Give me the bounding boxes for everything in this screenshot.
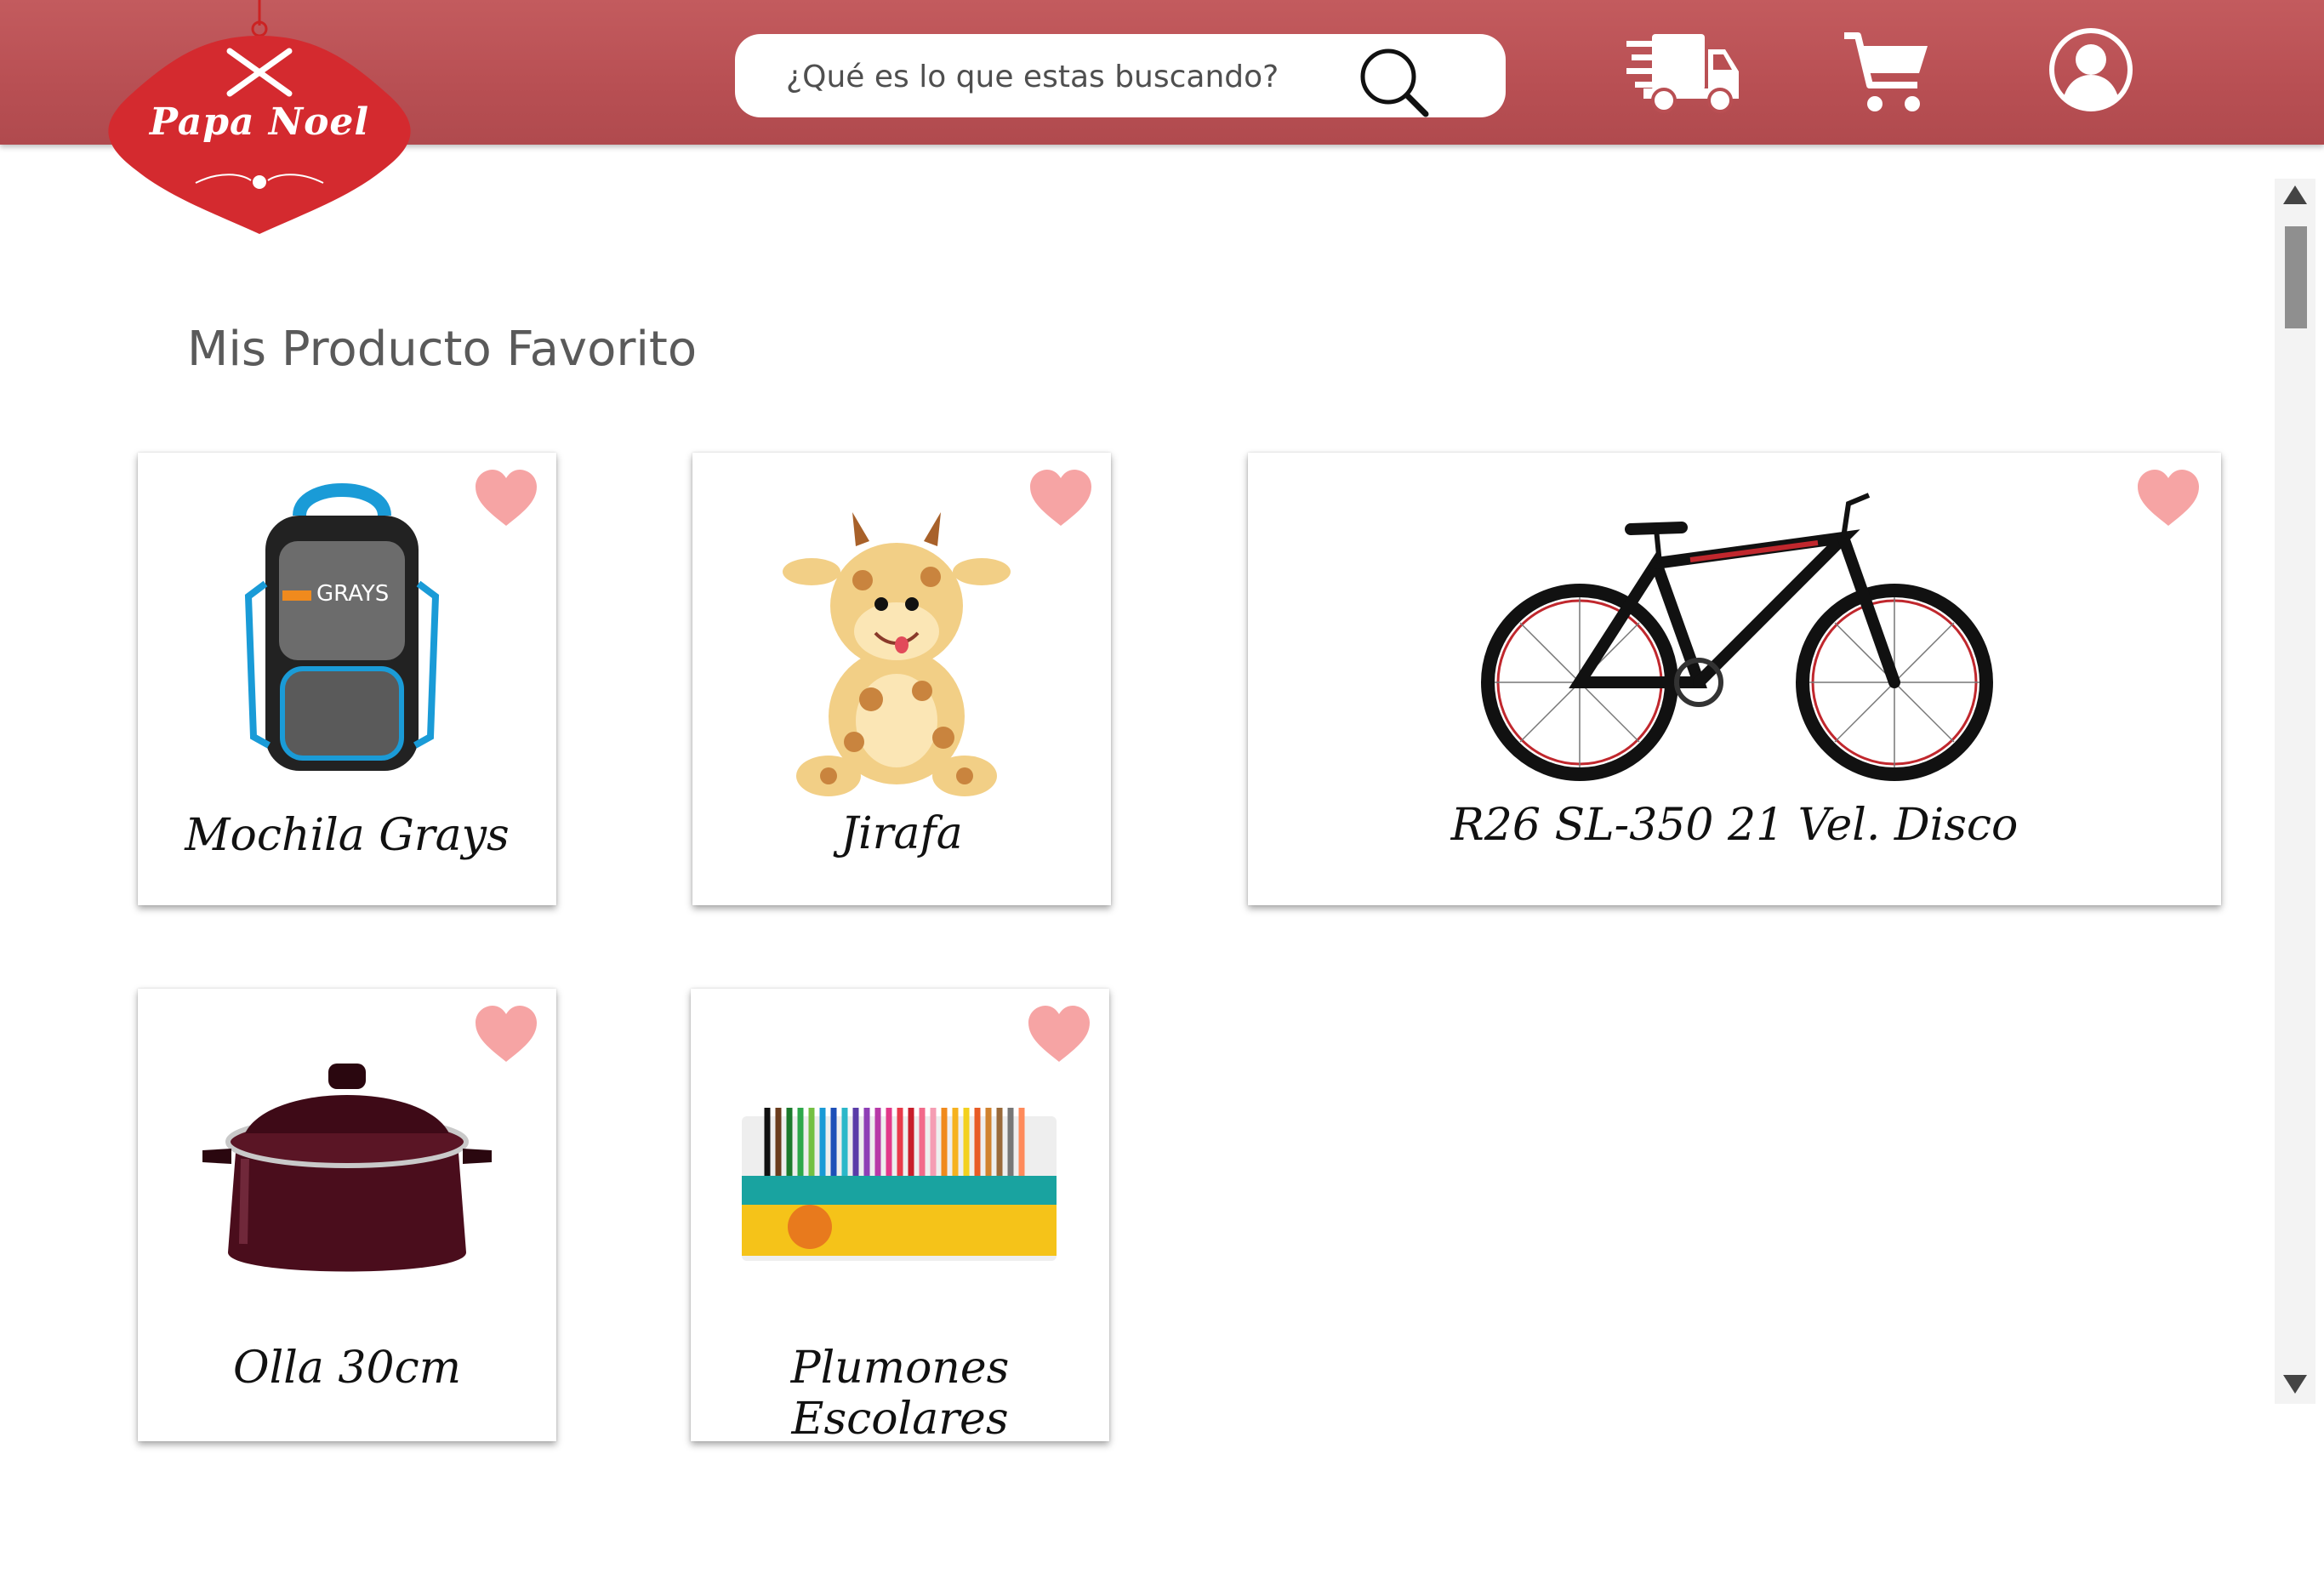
markers-pack-image — [742, 1108, 1057, 1261]
product-name: Mochila Grays — [185, 810, 510, 861]
page-title: Mis Producto Favorito — [187, 322, 698, 377]
favorite-heart-icon[interactable] — [1028, 468, 1093, 528]
giraffe-plush-image — [783, 512, 1011, 796]
backpack-image: GRAYS — [244, 483, 440, 771]
vertical-scrollbar[interactable] — [2275, 179, 2315, 1404]
search-input[interactable] — [784, 54, 1383, 99]
product-name: Jirafa — [840, 808, 963, 859]
product-card-olla[interactable]: Olla 30cm — [138, 989, 556, 1441]
product-name: Olla 30cm — [232, 1343, 462, 1394]
product-card-bicicleta[interactable]: R26 SL-350 21 Vel. Disco — [1248, 453, 2221, 905]
scroll-down-arrow-icon[interactable] — [2281, 1366, 2309, 1400]
svg-text:GRAYS: GRAYS — [316, 581, 389, 607]
favorite-heart-icon[interactable] — [1027, 1004, 1091, 1064]
shopping-cart-icon[interactable] — [1844, 32, 1929, 114]
user-account-icon[interactable] — [2048, 27, 2133, 112]
papa-noel-logo[interactable]: Papa Noel — [94, 0, 425, 238]
product-name: Plumones Escolares — [790, 1343, 1010, 1445]
search-icon[interactable] — [1356, 43, 1433, 119]
cooking-pot-image — [202, 1064, 492, 1272]
delivery-truck-icon[interactable] — [1626, 29, 1739, 114]
search-box[interactable] — [735, 34, 1506, 117]
brand-name: Papa Noel — [149, 100, 370, 144]
product-card-plumones[interactable]: Plumones Escolares — [691, 989, 1109, 1445]
favorite-heart-icon[interactable] — [2136, 468, 2201, 528]
product-card-mochila[interactable]: GRAYS Mochila Grays — [138, 453, 556, 905]
scrollbar-thumb[interactable] — [2285, 226, 2307, 328]
product-name: R26 SL-350 21 Vel. Disco — [1450, 800, 2019, 851]
scroll-up-arrow-icon[interactable] — [2281, 179, 2309, 213]
favorite-heart-icon[interactable] — [474, 468, 538, 528]
bicycle-image — [1481, 493, 1993, 781]
product-card-jirafa[interactable]: Jirafa — [692, 453, 1111, 905]
